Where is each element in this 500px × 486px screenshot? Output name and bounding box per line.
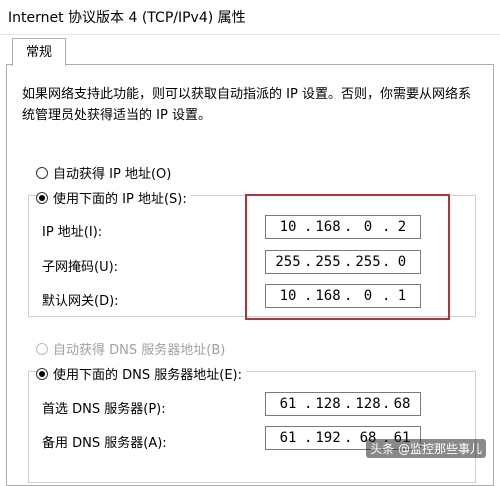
watermark: 头条 @监控那些事儿	[366, 439, 486, 458]
manual-ip-option[interactable]: 使用下面的 IP 地址(S):	[36, 188, 191, 207]
auto-dns-radio[interactable]	[36, 342, 48, 355]
dot: .	[304, 396, 313, 412]
dot: .	[304, 430, 313, 446]
manual-ip-radio[interactable]	[36, 191, 48, 204]
ip-address-label: IP 地址(I):	[42, 225, 103, 240]
tab-general[interactable]: 常规	[12, 38, 66, 66]
dot: .	[344, 430, 353, 446]
highlight-annotation	[245, 194, 450, 320]
manual-dns-radio[interactable]	[36, 367, 48, 380]
auto-dns-option[interactable]: 自动获得 DNS 服务器地址(B)	[36, 339, 225, 358]
manual-dns-label: 使用下面的 DNS 服务器地址(E):	[53, 368, 242, 383]
title-bar: Internet 协议版本 4 (TCP/IPv4) 属性	[0, 0, 500, 35]
auto-dns-label: 自动获得 DNS 服务器地址(B)	[53, 343, 226, 358]
auto-ip-option[interactable]: 自动获得 IP 地址(O)	[36, 163, 171, 182]
manual-dns-option[interactable]: 使用下面的 DNS 服务器地址(E):	[36, 364, 246, 383]
manual-ip-label: 使用下面的 IP 地址(S):	[53, 192, 187, 207]
octet: 68	[393, 396, 411, 412]
octet: 61	[279, 396, 297, 412]
window-title: Internet 协议版本 4 (TCP/IPv4) 属性	[8, 10, 246, 26]
auto-ip-label: 自动获得 IP 地址(O)	[53, 167, 172, 182]
octet: 192	[315, 430, 341, 446]
preferred-dns-label: 首选 DNS 服务器(P):	[42, 402, 166, 417]
octet: 128	[315, 396, 341, 412]
description-text: 如果网络支持此功能，则可以获取自动指派的 IP 设置。否则，你需要从网络系统管理…	[22, 87, 471, 123]
alternate-dns-label: 备用 DNS 服务器(A):	[42, 436, 167, 451]
octet: 128	[355, 396, 381, 412]
octet: 61	[279, 430, 297, 446]
subnet-mask-label: 子网掩码(U):	[42, 260, 119, 275]
gateway-label: 默认网关(D):	[42, 294, 119, 309]
auto-ip-radio[interactable]	[36, 166, 48, 179]
dot: .	[344, 396, 353, 412]
preferred-dns-input[interactable]: 61 . 128 . 128 . 68	[265, 392, 421, 416]
